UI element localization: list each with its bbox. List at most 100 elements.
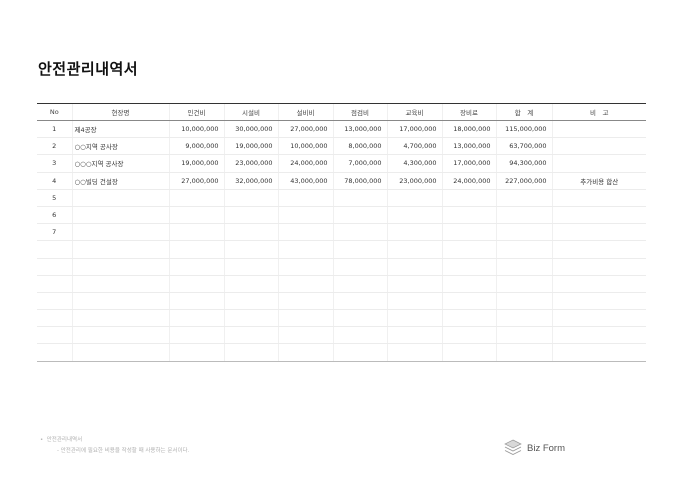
- column-header-total: 합 계: [495, 103, 552, 121]
- cell-equipment-cost: [277, 206, 333, 225]
- cell-inspection-cost: 8,000,000: [332, 137, 387, 156]
- cell-rental-fee: [441, 292, 496, 311]
- cell-no: 7: [37, 223, 72, 242]
- cell-remarks: [551, 343, 646, 362]
- cell-labor-cost: [168, 223, 224, 242]
- cell-labor-cost: [168, 275, 224, 293]
- cell-rental-fee: 24,000,000: [441, 172, 496, 190]
- cell-site-name: ○○지역 공사장: [71, 137, 169, 156]
- brand-logo: Biz Form: [503, 439, 565, 457]
- brand-name: Biz Form: [527, 442, 565, 454]
- cell-rental-fee: [441, 258, 496, 276]
- cell-labor-cost: 9,000,000: [168, 137, 224, 156]
- cell-facility-cost: 23,000,000: [223, 154, 278, 173]
- cell-labor-cost: [168, 189, 224, 207]
- safety-cost-table: No 현장명 인건비 시설비 설비비 점검비 교육비 장비료 합 계비 고 1 제4공장 10,00…: [37, 103, 646, 362]
- cell-total: [495, 206, 552, 225]
- cell-no: [37, 240, 72, 259]
- cell-site-name: [71, 240, 169, 259]
- cell-inspection-cost: [332, 189, 387, 207]
- cell-rental-fee: [441, 275, 496, 293]
- cell-no: [37, 258, 72, 276]
- cell-no: [37, 292, 72, 311]
- cell-equipment-cost: 10,000,000: [277, 137, 333, 156]
- cell-remarks: [551, 258, 646, 276]
- cell-total: [495, 275, 552, 293]
- table-row: 2 ○○지역 공사장 9,000,000 19,000,000 10,000,000 8,…: [37, 137, 646, 156]
- table-row: 6: [37, 206, 646, 225]
- cell-site-name: [71, 258, 169, 276]
- cell-total: [495, 189, 552, 207]
- cell-education-cost: 23,000,000: [386, 172, 442, 190]
- cell-labor-cost: [168, 309, 224, 328]
- cell-no: [37, 275, 72, 293]
- cell-education-cost: 17,000,000: [386, 120, 442, 139]
- cell-labor-cost: 10,000,000: [168, 120, 224, 139]
- cell-inspection-cost: [332, 223, 387, 242]
- cell-facility-cost: 32,000,000: [223, 172, 278, 190]
- cell-labor-cost: [168, 258, 224, 276]
- cell-inspection-cost: [332, 206, 387, 225]
- cell-remarks: [551, 292, 646, 311]
- cell-education-cost: [386, 258, 442, 276]
- cell-site-name: ○○빌딩 건설장: [71, 172, 169, 190]
- cell-equipment-cost: 27,000,000: [277, 120, 333, 139]
- cell-total: 63,700,000: [495, 137, 552, 156]
- table-row: [37, 309, 646, 328]
- table-row: 4 ○○빌딩 건설장 27,000,000 32,000,000 43,000,000 7…: [37, 172, 646, 190]
- cell-site-name: [71, 292, 169, 311]
- cell-total: 115,000,000: [495, 120, 552, 139]
- cell-site-name: [71, 189, 169, 207]
- column-header-rental-fee: 장비료: [441, 103, 496, 121]
- footer-notes: • 안전관리내역서 - 안전관리에 필요한 비용을 작성할 때 사용하는 문서이…: [40, 435, 189, 457]
- cell-remarks: [551, 189, 646, 207]
- cell-total: [495, 292, 552, 311]
- cell-site-name: [71, 275, 169, 293]
- cell-total: [495, 343, 552, 362]
- cell-labor-cost: [168, 206, 224, 225]
- cell-equipment-cost: 43,000,000: [277, 172, 333, 190]
- cell-inspection-cost: [332, 326, 387, 345]
- cell-rental-fee: 17,000,000: [441, 154, 496, 173]
- column-header-remarks: 비 고: [551, 103, 646, 121]
- cell-labor-cost: 19,000,000: [168, 154, 224, 173]
- table-row: 5: [37, 189, 646, 207]
- cell-facility-cost: [223, 258, 278, 276]
- cell-facility-cost: [223, 343, 278, 362]
- cell-education-cost: [386, 275, 442, 293]
- cell-equipment-cost: [277, 326, 333, 345]
- cell-site-name: [71, 206, 169, 225]
- cell-remarks: [551, 154, 646, 173]
- table-row: [37, 258, 646, 276]
- biz-form-logo-icon: [504, 439, 522, 456]
- cell-education-cost: 4,300,000: [386, 154, 442, 173]
- cell-no: 4: [37, 172, 72, 190]
- cell-education-cost: [386, 223, 442, 242]
- bullet-icon: •: [40, 437, 44, 443]
- column-header-no: No: [37, 103, 72, 121]
- cell-no: [37, 309, 72, 328]
- cell-facility-cost: 30,000,000: [223, 120, 278, 139]
- cell-site-name: [71, 223, 169, 242]
- table-row: 7: [37, 223, 646, 242]
- cell-inspection-cost: 13,000,000: [332, 120, 387, 139]
- cell-facility-cost: [223, 292, 278, 311]
- cell-education-cost: [386, 206, 442, 225]
- cell-remarks: [551, 240, 646, 259]
- cell-education-cost: [386, 309, 442, 328]
- cell-education-cost: [386, 189, 442, 207]
- cell-rental-fee: 13,000,000: [441, 137, 496, 156]
- cell-equipment-cost: [277, 292, 333, 311]
- cell-education-cost: [386, 292, 442, 311]
- cell-no: 6: [37, 206, 72, 225]
- page-title: 안전관리내역서: [38, 60, 139, 78]
- cell-total: 94,300,000: [495, 154, 552, 173]
- column-header-inspection-cost: 점검비: [332, 103, 387, 121]
- cell-remarks: [551, 275, 646, 293]
- cell-education-cost: [386, 343, 442, 362]
- cell-remarks: [551, 206, 646, 225]
- cell-no: 3: [37, 154, 72, 173]
- column-header-site-name: 현장명: [71, 103, 169, 121]
- cell-no: 2: [37, 137, 72, 156]
- cell-equipment-cost: [277, 343, 333, 362]
